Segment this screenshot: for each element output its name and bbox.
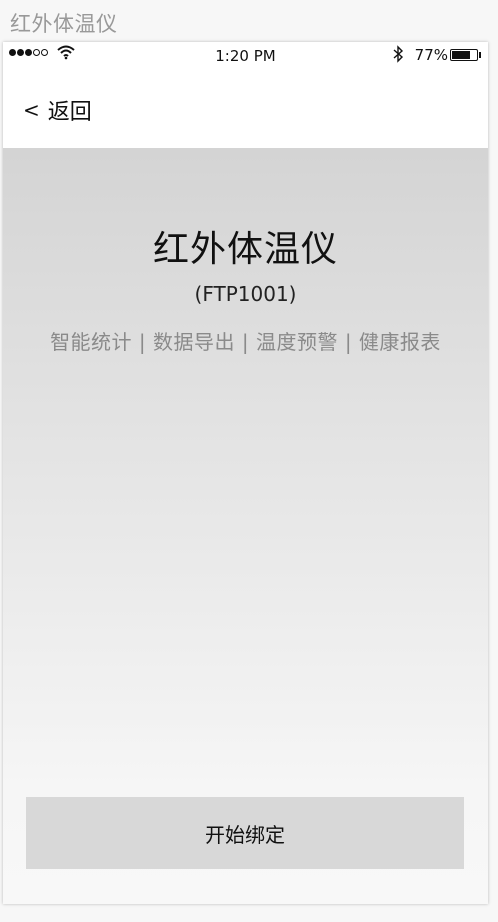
artboard-title: 红外体温仪 [10,12,118,36]
feature-list: 智能统计 | 数据导出 | 温度预警 | 健康报表 [50,330,441,354]
bluetooth-icon [393,45,404,63]
battery-icon [450,49,478,61]
back-button[interactable]: < 返回 [23,94,92,126]
battery-percent: 77% [414,46,448,64]
status-bar: 1:20 PM 77% [3,42,488,70]
back-label: 返回 [47,100,92,125]
product-model: (FTP1001) [194,282,297,306]
phone-screen: 1:20 PM 77% < 返回 红外体温仪 (FTP1001) 智能统计 | … [3,42,488,904]
navigation-bar: < 返回 [3,70,488,148]
battery-fill [452,51,471,59]
start-binding-button[interactable]: 开始绑定 [26,797,464,869]
device-intro-panel: 红外体温仪 (FTP1001) 智能统计 | 数据导出 | 温度预警 | 健康报… [3,148,488,904]
product-title: 红外体温仪 [152,229,338,270]
chevron-left-icon: < [23,98,40,122]
